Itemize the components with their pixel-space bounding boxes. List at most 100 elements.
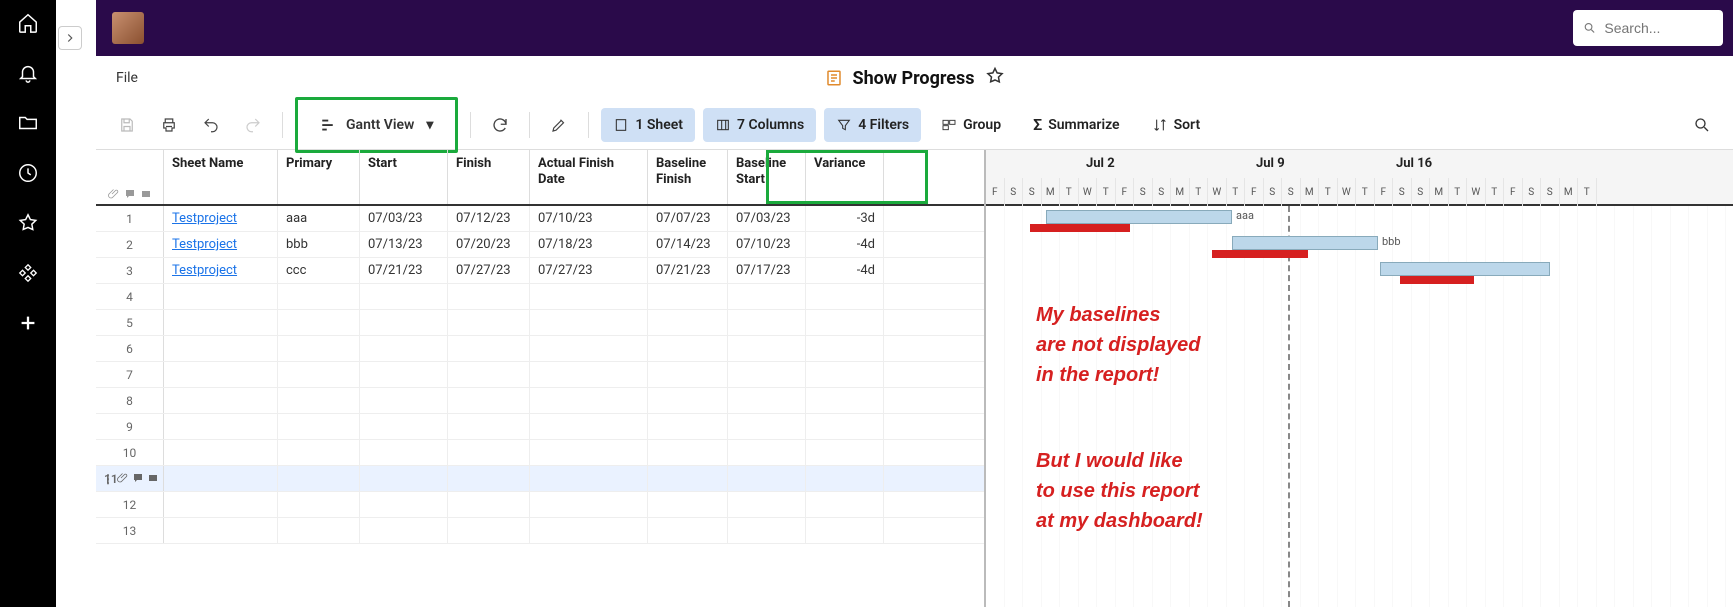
cell[interactable]	[728, 466, 806, 491]
cell[interactable]	[164, 518, 278, 543]
cell[interactable]	[806, 336, 884, 361]
col-start[interactable]: Start	[360, 150, 448, 204]
cell-baseline-start[interactable]: 07/17/23	[728, 258, 806, 283]
cell[interactable]	[648, 284, 728, 309]
cell[interactable]	[530, 492, 648, 517]
search-input[interactable]	[1604, 20, 1713, 36]
cell[interactable]	[448, 440, 530, 465]
cell[interactable]	[806, 284, 884, 309]
cell-start[interactable]: 07/03/23	[360, 206, 448, 231]
cell[interactable]	[530, 440, 648, 465]
star-icon[interactable]	[17, 212, 39, 234]
gantt-view-dropdown[interactable]: Gantt View ▾	[295, 97, 458, 153]
sheet-count-button[interactable]: 1 Sheet	[601, 108, 695, 142]
row-number[interactable]: 5	[96, 310, 164, 335]
table-row[interactable]: 2 Testproject bbb 07/13/23 07/20/23 07/1…	[96, 232, 984, 258]
table-row[interactable]: 13	[96, 518, 984, 544]
cell[interactable]	[728, 492, 806, 517]
cell[interactable]	[530, 362, 648, 387]
cell[interactable]	[164, 284, 278, 309]
cell-variance[interactable]: -3d	[806, 206, 884, 231]
cell[interactable]	[278, 336, 360, 361]
cell[interactable]	[648, 466, 728, 491]
col-variance[interactable]: Variance	[806, 150, 884, 204]
cell[interactable]	[530, 336, 648, 361]
cell[interactable]	[648, 310, 728, 335]
cell[interactable]	[278, 414, 360, 439]
cell[interactable]	[278, 388, 360, 413]
cell[interactable]	[278, 362, 360, 387]
cell[interactable]	[448, 388, 530, 413]
zoom-button[interactable]	[1685, 108, 1719, 142]
cell-primary[interactable]: bbb	[278, 232, 360, 257]
avatar[interactable]	[112, 12, 144, 44]
gantt-bar[interactable]	[1380, 262, 1550, 276]
cell[interactable]	[360, 388, 448, 413]
cell[interactable]	[806, 492, 884, 517]
bell-icon[interactable]	[17, 62, 39, 84]
row-number[interactable]: 7	[96, 362, 164, 387]
table-row[interactable]: 11 ⋮	[96, 466, 984, 492]
cell-start[interactable]: 07/21/23	[360, 258, 448, 283]
cell[interactable]	[648, 362, 728, 387]
cell[interactable]	[806, 362, 884, 387]
row-number[interactable]: 4	[96, 284, 164, 309]
cell[interactable]	[806, 466, 884, 491]
gantt-bar[interactable]	[1046, 210, 1232, 224]
col-baseline-finish[interactable]: Baseline Finish	[648, 150, 728, 204]
search-box[interactable]	[1573, 10, 1723, 46]
cell[interactable]	[648, 414, 728, 439]
cell-baseline-finish[interactable]: 07/14/23	[648, 232, 728, 257]
cell[interactable]	[448, 414, 530, 439]
cell[interactable]	[278, 284, 360, 309]
cell[interactable]	[530, 414, 648, 439]
cell[interactable]	[164, 388, 278, 413]
cell[interactable]	[530, 310, 648, 335]
table-row[interactable]: 10	[96, 440, 984, 466]
col-finish[interactable]: Finish	[448, 150, 530, 204]
highlight-button[interactable]	[542, 108, 576, 142]
cell[interactable]	[360, 492, 448, 517]
cell[interactable]	[648, 388, 728, 413]
cell-baseline-finish[interactable]: 07/07/23	[648, 206, 728, 231]
cell[interactable]	[530, 284, 648, 309]
cell[interactable]	[728, 310, 806, 335]
row-number[interactable]: 13	[96, 518, 164, 543]
cell[interactable]	[164, 492, 278, 517]
filters-button[interactable]: 4 Filters	[824, 108, 921, 142]
row-menu-icon[interactable]: ⋮	[102, 472, 114, 486]
paperclip-icon[interactable]	[117, 472, 129, 484]
cell[interactable]	[530, 466, 648, 491]
proof-icon[interactable]	[147, 472, 159, 484]
cell[interactable]	[164, 336, 278, 361]
cell[interactable]	[806, 440, 884, 465]
cell[interactable]	[448, 336, 530, 361]
folder-icon[interactable]	[17, 112, 39, 134]
clock-icon[interactable]	[17, 162, 39, 184]
cell[interactable]	[360, 362, 448, 387]
cell[interactable]	[360, 440, 448, 465]
row-number[interactable]: 10	[96, 440, 164, 465]
table-row[interactable]: 4	[96, 284, 984, 310]
cell[interactable]	[164, 310, 278, 335]
row-number[interactable]: 9	[96, 414, 164, 439]
columns-button[interactable]: 7 Columns	[703, 108, 816, 142]
cell[interactable]	[728, 284, 806, 309]
col-sheet-name[interactable]: Sheet Name	[164, 150, 278, 204]
apps-icon[interactable]	[17, 262, 39, 284]
cell-variance[interactable]: -4d	[806, 258, 884, 283]
cell[interactable]	[278, 492, 360, 517]
cell-sheet-name[interactable]: Testproject	[164, 206, 278, 231]
row-number[interactable]: 6	[96, 336, 164, 361]
table-row[interactable]: 7	[96, 362, 984, 388]
col-actual-finish[interactable]: Actual Finish Date	[530, 150, 648, 204]
cell-start[interactable]: 07/13/23	[360, 232, 448, 257]
cell[interactable]	[278, 440, 360, 465]
cell[interactable]	[360, 336, 448, 361]
cell[interactable]	[728, 414, 806, 439]
cell[interactable]	[648, 518, 728, 543]
cell[interactable]	[360, 310, 448, 335]
table-row[interactable]: 5	[96, 310, 984, 336]
gantt-bar[interactable]	[1232, 236, 1378, 250]
cell[interactable]	[530, 388, 648, 413]
